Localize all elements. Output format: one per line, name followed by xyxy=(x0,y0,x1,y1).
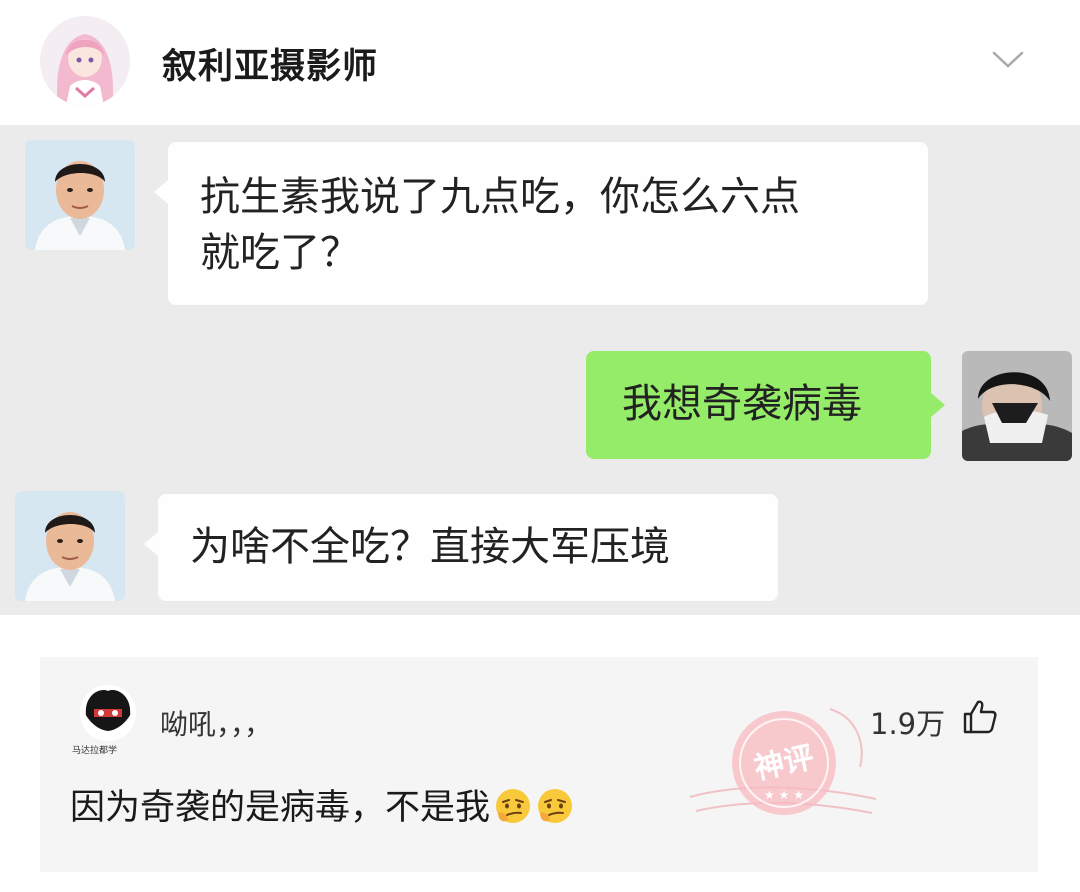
user-avatar xyxy=(962,351,1072,461)
featured-comment-stamp: 神评 ★ ★ ★ xyxy=(689,708,877,815)
message-line: 为啥不全吃？直接大军压境 xyxy=(190,524,670,570)
smirk-emoji-icon xyxy=(538,789,573,823)
doctor-avatar xyxy=(25,140,135,250)
like-count: 1.9万 xyxy=(870,707,946,741)
message-line: 我想奇袭病毒 xyxy=(622,381,862,427)
comment-body: 因为奇袭的是病毒，不是我 xyxy=(70,788,491,828)
smirk-emoji-icon xyxy=(496,789,531,823)
commenter-name[interactable]: 呦吼，，， xyxy=(160,703,272,743)
svg-text:★ ★ ★: ★ ★ ★ xyxy=(764,788,804,802)
thumbs-up-icon[interactable] xyxy=(960,697,1000,737)
author-avatar[interactable] xyxy=(40,16,130,106)
incoming-message-bubble: 为啥不全吃？直接大军压境 xyxy=(144,494,778,601)
incoming-message-bubble: 抗生素我说了九点吃，你怎么六点 就吃了？ xyxy=(154,142,928,305)
message-line: 就吃了？ xyxy=(200,230,360,276)
author-name[interactable]: 叙利亚摄影师 xyxy=(162,38,378,89)
avatar-caption: 马达拉都学 xyxy=(72,746,118,756)
post-header: 叙利亚摄影师 xyxy=(0,0,1080,125)
doctor-avatar xyxy=(15,491,125,601)
chevron-down-icon[interactable] xyxy=(990,44,1026,74)
commenter-avatar[interactable] xyxy=(80,685,136,741)
top-comment: 马达拉都学 呦吼，，， 1.9万 神评 ★ ★ ★ 因为奇袭的是病毒，不是我 xyxy=(40,657,1038,872)
chat-screenshot: 抗生素我说了九点吃，你怎么六点 就吃了？ 我想奇袭病毒 为啥不全吃？直接大军压境 xyxy=(0,125,1080,615)
message-line: 抗生素我说了九点吃，你怎么六点 xyxy=(200,174,800,220)
outgoing-message-bubble: 我想奇袭病毒 xyxy=(586,351,945,459)
comment-text: 因为奇袭的是病毒，不是我 xyxy=(70,779,574,830)
